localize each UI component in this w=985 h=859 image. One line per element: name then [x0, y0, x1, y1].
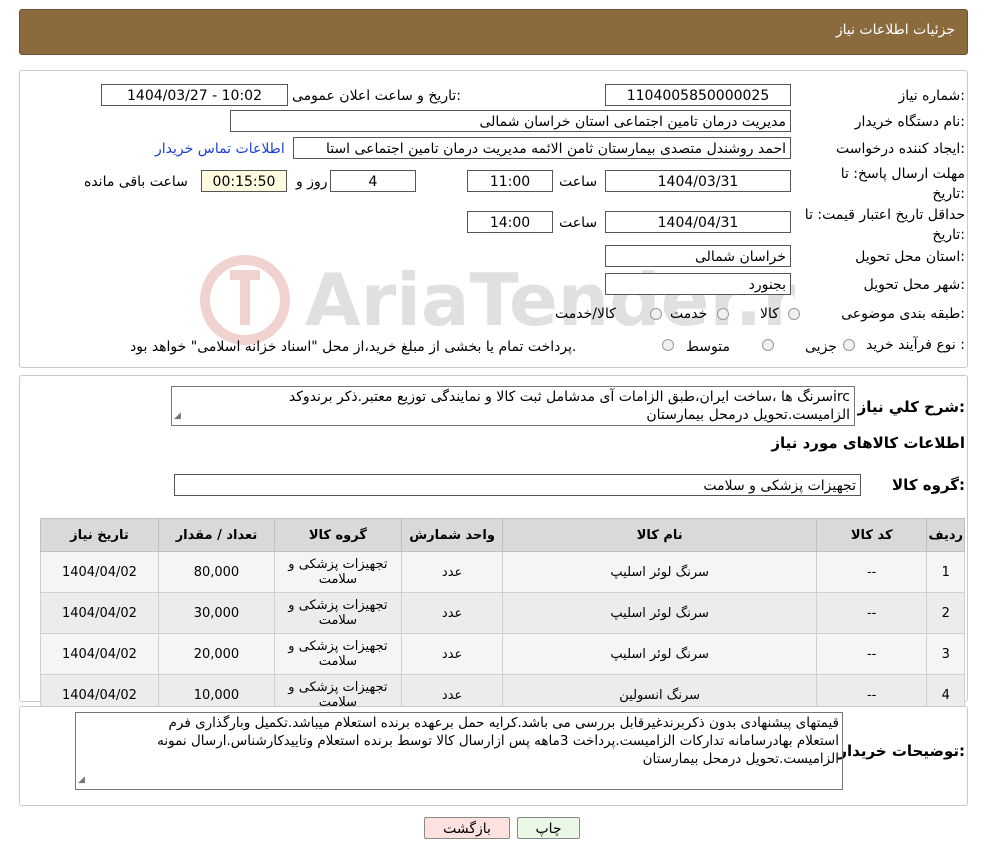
category-radio-goods-service[interactable]	[650, 308, 662, 320]
cell-name: سرنگ لوئر اسلیپ	[502, 592, 817, 634]
buyer-notes-line3: الزامیست.تحویل درمحل بیمارستان	[642, 751, 839, 767]
cell-row: 1	[926, 551, 965, 593]
cell-unit: عدد	[400, 551, 504, 593]
watermark-text: AriaTender.neT	[305, 258, 795, 342]
process-option-medium: متوسط	[686, 339, 730, 355]
need-number-label: شماره نیاز:	[898, 88, 965, 104]
deadline-date-field: 1404/03/31	[605, 170, 791, 192]
days-label: روز و	[296, 174, 328, 190]
cell-code: --	[815, 633, 928, 675]
print-button[interactable]: چاپ	[517, 817, 580, 839]
category-radio-goods[interactable]	[788, 308, 800, 320]
buyer-notes-textarea[interactable]: قیمتهای پیشنهادی بدون ذکربرندغیرقابل برر…	[75, 712, 843, 790]
col-quantity: تعداد / مقدار	[157, 518, 276, 552]
requester-field: احمد روشندل متصدی بیمارستان ثامن الائمه …	[293, 137, 791, 159]
table-row: 2 -- سرنگ لوئر اسلیپ عدد تجهیزات پزشکی و…	[40, 592, 965, 634]
buyer-contact-link[interactable]: اطلاعات تماس خریدار	[155, 141, 285, 157]
goods-info-title: اطلاعات کالاهای مورد نیاز	[771, 434, 965, 452]
summary-label: شرح کلي نياز:	[857, 398, 965, 416]
col-code: کد کالا	[815, 518, 928, 552]
category-label: طبقه بندی موضوعی:	[841, 306, 965, 322]
buyer-org-label: نام دستگاه خریدار:	[854, 114, 965, 130]
back-button[interactable]: بازگشت	[424, 817, 510, 839]
buyer-org-field: مدیریت درمان تامین اجتماعی استان خراسان …	[230, 110, 791, 132]
cell-row: 3	[926, 633, 965, 675]
cell-group: تجهیزات پزشکی و سلامت	[274, 551, 402, 593]
cell-unit: عدد	[400, 633, 504, 675]
table-row: 3 -- سرنگ لوئر اسلیپ عدد تجهیزات پزشکی و…	[40, 633, 965, 675]
process-option-minor: جزیی	[805, 339, 837, 355]
cell-quantity: 80,000	[157, 551, 276, 593]
cell-code: --	[815, 551, 928, 593]
items-table-header: ردیف کد کالا نام کالا واحد شمارش گروه کا…	[40, 518, 965, 552]
price-validity-date-field: 1404/04/31	[605, 211, 791, 233]
summary-text-line2: الزامیست.تحویل درمحل بیمارستان	[646, 407, 850, 423]
cell-need-date: 1404/04/02	[40, 551, 159, 593]
announce-datetime-field: 1404/03/27 - 10:02	[101, 84, 288, 106]
col-unit: واحد شمارش	[400, 518, 504, 552]
announce-datetime-label: تاریخ و ساعت اعلان عمومی:	[292, 88, 461, 104]
remaining-time-label: ساعت باقی مانده	[84, 174, 188, 190]
resize-handle-icon[interactable]: ◢	[78, 771, 85, 789]
cell-quantity: 30,000	[157, 592, 276, 634]
goods-group-label: گروه کالا:	[892, 476, 965, 494]
items-table: ردیف کد کالا نام کالا واحد شمارش گروه کا…	[40, 518, 965, 716]
table-row: 1 -- سرنگ لوئر اسلیپ عدد تجهیزات پزشکی و…	[40, 551, 965, 593]
cell-name: سرنگ لوئر اسلیپ	[502, 551, 817, 593]
category-radio-service[interactable]	[717, 308, 729, 320]
cell-quantity: 20,000	[157, 633, 276, 675]
remaining-days-field: 4	[330, 170, 416, 192]
goods-group-field: تجهیزات پزشکی و سلامت	[174, 474, 861, 496]
remaining-time-field: 00:15:50	[201, 170, 287, 192]
summary-text-line1: سرنگ ها ،ساخت ایران،طبق الزامات آی مدشام…	[288, 389, 850, 405]
cell-need-date: 1404/04/02	[40, 633, 159, 675]
province-label: استان محل تحویل:	[855, 249, 965, 265]
page-title: جزئیات اطلاعات نیاز	[835, 22, 955, 38]
process-checkbox-treasury[interactable]	[662, 339, 674, 351]
deadline-time-label: ساعت	[559, 174, 598, 190]
deadline-time-field: 11:00	[467, 170, 553, 192]
process-type-label: نوع فرآیند خرید :	[866, 337, 965, 353]
province-field: خراسان شمالی	[605, 245, 791, 267]
col-need-date: تاریخ نیاز	[40, 518, 159, 552]
price-validity-label: حداقل تاریخ اعتبار قیمت: تا تاریخ:	[804, 207, 965, 243]
cell-name: سرنگ لوئر اسلیپ	[502, 633, 817, 675]
page-header: جزئیات اطلاعات نیاز	[19, 9, 968, 55]
buyer-notes-label: توضیحات خریدار:	[838, 742, 965, 760]
price-validity-time-label: ساعت	[559, 215, 598, 231]
cell-code: --	[815, 592, 928, 634]
city-field: بجنورد	[605, 273, 791, 295]
category-option-service: خدمت	[670, 306, 708, 322]
cell-row: 2	[926, 592, 965, 634]
treasury-payment-note: پرداخت تمام یا بخشی از مبلغ خرید،از محل …	[130, 339, 577, 355]
requester-label: ایجاد کننده درخواست:	[836, 141, 965, 157]
cell-need-date: 1404/04/02	[40, 592, 159, 634]
city-label: شهر محل تحویل:	[863, 277, 965, 293]
category-option-goods: کالا	[760, 306, 779, 322]
buyer-notes-line1: قیمتهای پیشنهادی بدون ذکربرندغیرقابل برر…	[168, 715, 839, 731]
deadline-label: مهلت ارسال پاسخ: تا تاریخ:	[840, 166, 965, 202]
price-validity-time-field: 14:00	[467, 211, 553, 233]
summary-textarea[interactable]: سرنگ ها ،ساخت ایران،طبق الزامات آی مدشام…	[171, 386, 855, 426]
col-row: ردیف	[926, 518, 965, 552]
category-option-goods-service: کالا/خدمت	[555, 306, 616, 322]
col-name: نام کالا	[502, 518, 817, 552]
resize-handle-icon[interactable]: ◢	[174, 407, 181, 425]
cell-group: تجهیزات پزشکی و سلامت	[274, 633, 402, 675]
process-radio-medium[interactable]	[762, 339, 774, 351]
cell-group: تجهیزات پزشکی و سلامت	[274, 592, 402, 634]
need-number-field: 1104005850000025	[605, 84, 791, 106]
process-radio-minor[interactable]	[843, 339, 855, 351]
col-group: گروه کالا	[274, 518, 402, 552]
cell-unit: عدد	[400, 592, 504, 634]
buyer-notes-line2: استعلام بهادرسامانه تدارکات الزامیست.پرد…	[157, 733, 839, 749]
